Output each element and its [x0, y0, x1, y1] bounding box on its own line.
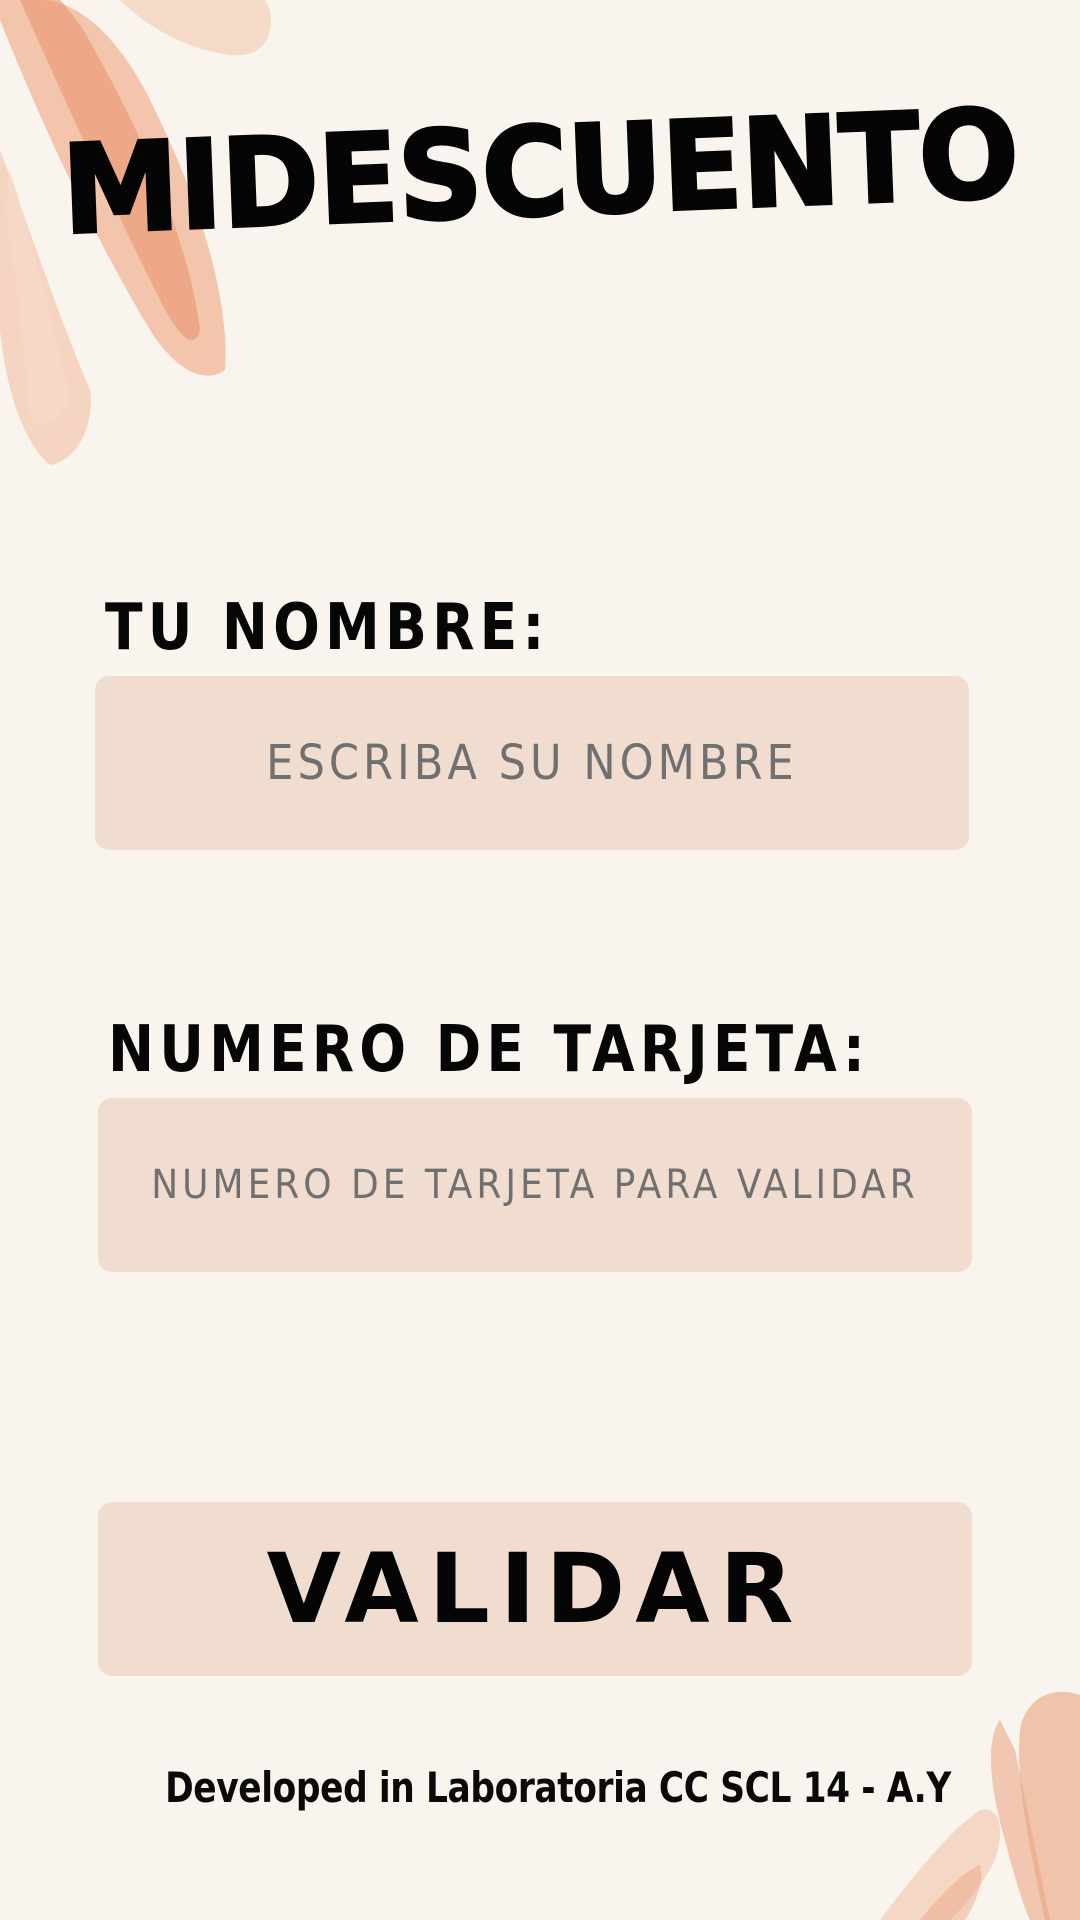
card-number-input[interactable]	[98, 1098, 972, 1272]
validate-button[interactable]: VALIDAR	[98, 1502, 972, 1676]
app-title: MIDESCUENTO	[58, 80, 1022, 263]
card-number-field-label: NUMERO DE TARJETA:	[108, 1013, 871, 1087]
footer-credit: Developed in Laboratoria CC SCL 14 - A.Y	[165, 1763, 951, 1812]
name-field-label: TU NOMBRE:	[105, 591, 550, 665]
name-input[interactable]	[95, 676, 969, 850]
